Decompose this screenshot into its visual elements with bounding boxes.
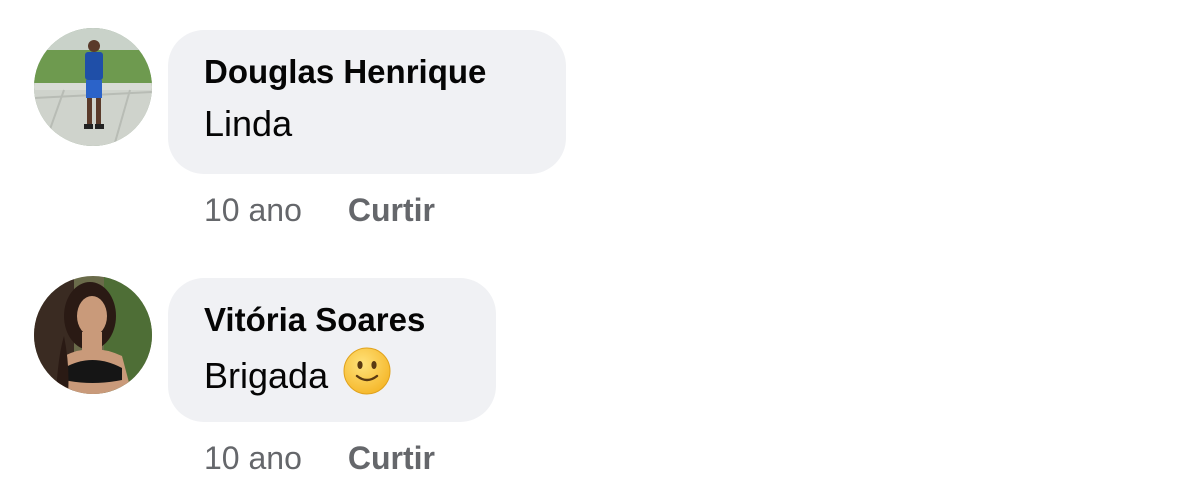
comment-bubble: Vitória Soares Brigada bbox=[168, 278, 496, 422]
comment-text: Linda bbox=[204, 103, 293, 144]
comment-text: Brigada bbox=[204, 346, 460, 402]
slightly-smiling-face-icon bbox=[343, 347, 391, 395]
profile-photo-icon bbox=[34, 276, 152, 394]
comment-text-content: Brigada bbox=[204, 355, 329, 396]
avatar[interactable] bbox=[34, 276, 152, 394]
comment-meta: 10 ano Curtir bbox=[204, 440, 435, 477]
comment-author[interactable]: Vitória Soares bbox=[204, 298, 460, 342]
profile-photo-icon bbox=[34, 28, 152, 146]
comment-timestamp[interactable]: 10 ano bbox=[204, 192, 302, 228]
like-button[interactable]: Curtir bbox=[348, 192, 435, 228]
like-button[interactable]: Curtir bbox=[348, 440, 435, 476]
avatar[interactable] bbox=[34, 28, 152, 146]
comment-meta: 10 ano Curtir bbox=[204, 192, 435, 229]
comment-timestamp[interactable]: 10 ano bbox=[204, 440, 302, 476]
comment-author[interactable]: Douglas Henrique bbox=[204, 50, 530, 94]
comment-bubble: Douglas Henrique Linda bbox=[168, 30, 566, 174]
